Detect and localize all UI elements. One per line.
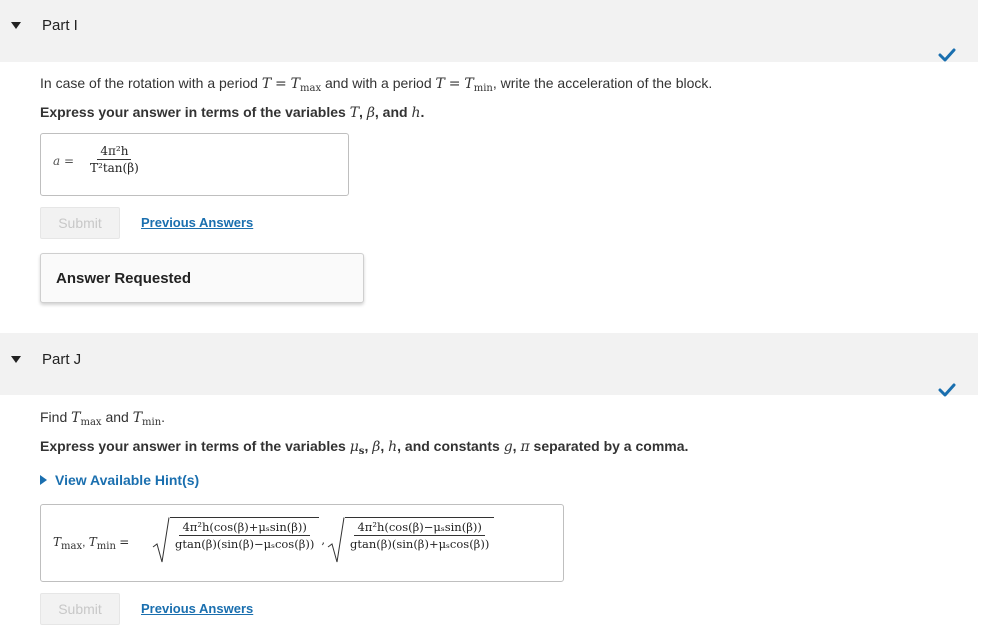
part-i-instruction: Express your answer in terms of the vari…	[40, 104, 425, 121]
sqrt-icon	[152, 517, 170, 563]
previous-answers-link[interactable]: Previous Answers	[141, 601, 253, 616]
part-j-title: Part J	[42, 351, 82, 368]
part-i-header[interactable]: Part I	[0, 0, 978, 62]
expand-triangle-icon	[40, 475, 47, 485]
part-i-title: Part I	[42, 17, 78, 34]
collapse-triangle-icon[interactable]	[11, 22, 21, 29]
view-hints-link[interactable]: View Available Hint(s)	[40, 472, 199, 488]
answer-label: Tmax, Tmin =	[53, 535, 130, 552]
sqrt-expression-1: 4π²h(cos(β)+μₛsin(β)) gtan(β)(sin(β)−μₛc…	[152, 517, 320, 563]
collapse-triangle-icon[interactable]	[11, 356, 21, 363]
check-icon	[938, 48, 956, 62]
submit-button[interactable]: Submit	[40, 593, 120, 625]
sqrt-expression-2: 4π²h(cos(β)−μₛsin(β)) gtan(β)(sin(β)+μₛc…	[327, 517, 495, 563]
submit-button[interactable]: Submit	[40, 207, 120, 239]
answer-label: a =	[53, 154, 75, 168]
part-j-header[interactable]: Part J	[0, 333, 978, 395]
answer-expression: 4π²h T²tan(β)	[87, 144, 142, 175]
answer-field[interactable]: Tmax, Tmin = 4π²h(cos(β)+μₛsin(β)) gtan(…	[40, 504, 564, 582]
answer-denominator: T²tan(β)	[90, 161, 139, 175]
answer-expression: 4π²h(cos(β)+μₛsin(β)) gtan(β)(sin(β)−μₛc…	[152, 517, 495, 563]
previous-answers-link[interactable]: Previous Answers	[141, 215, 253, 230]
part-j-prompt: Find Tmax and Tmin.	[40, 409, 166, 428]
status-box: Answer Requested	[40, 253, 364, 303]
part-i-prompt: In case of the rotation with a period T …	[40, 75, 713, 94]
answer-numerator: 4π²h	[97, 144, 132, 160]
answer-field[interactable]: a = 4π²h T²tan(β)	[40, 133, 349, 196]
status-text: Answer Requested	[56, 270, 192, 287]
part-j-instruction: Express your answer in terms of the vari…	[40, 438, 689, 457]
sqrt-icon	[327, 517, 345, 563]
check-icon	[938, 383, 956, 397]
